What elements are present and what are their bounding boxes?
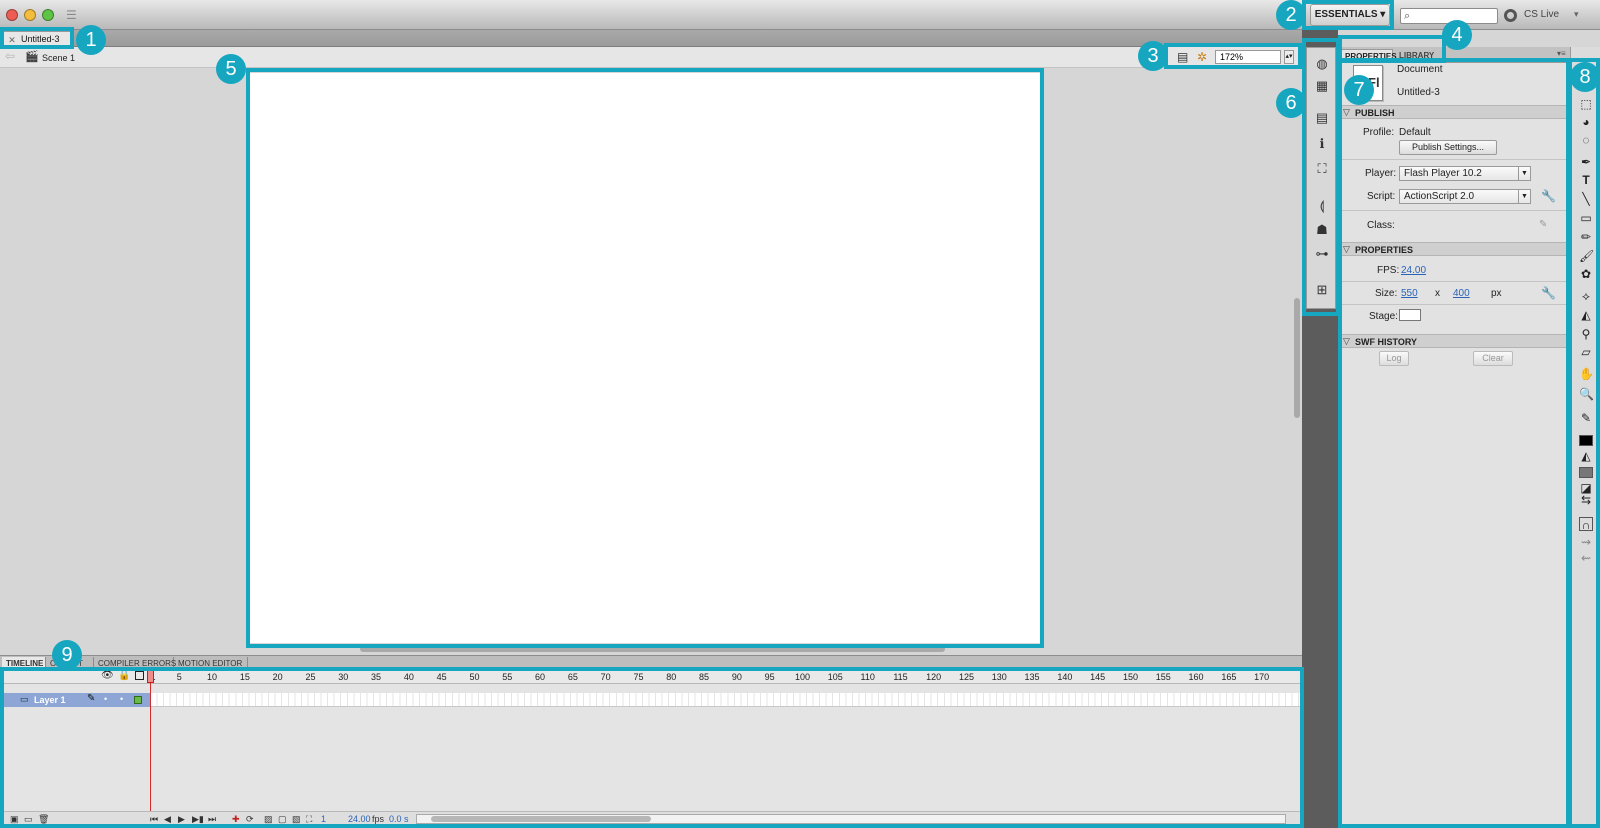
callout-number-1: 1: [76, 25, 106, 55]
callout-box-timeline: [0, 667, 1304, 828]
back-arrow-icon[interactable]: ⇦: [5, 49, 15, 63]
callout-box-edit-bar: [1164, 43, 1302, 69]
callout-number-5: 5: [216, 54, 246, 84]
scene-icon: 🎬: [25, 51, 39, 63]
maximize-window-button[interactable]: [42, 9, 54, 21]
scene-breadcrumb[interactable]: Scene 1: [42, 53, 75, 63]
panel-menu-icon[interactable]: ▾≡: [1557, 49, 1566, 58]
callout-box-stage: [246, 68, 1044, 648]
cs-live-icon[interactable]: [1504, 9, 1517, 22]
cs-live-dropdown-icon[interactable]: ▾: [1574, 9, 1579, 20]
cs-live-label[interactable]: CS Live: [1524, 9, 1559, 20]
callout-number-3: 3: [1138, 41, 1168, 71]
minimize-window-button[interactable]: [24, 9, 36, 21]
close-window-button[interactable]: [6, 9, 18, 21]
callout-number-4: 4: [1442, 20, 1472, 50]
callout-box-workspace: [1302, 0, 1394, 30]
callout-box-document-tab: [0, 27, 74, 49]
callout-box-panels-dock: [1302, 38, 1340, 316]
application-frame-icon[interactable]: ☰: [66, 8, 78, 22]
edit-bar: ⇦ 🎬 Scene 1 ▤ ✲: [0, 47, 1302, 68]
stage-vertical-scrollbar[interactable]: [1294, 298, 1300, 418]
callout-number-7: 7: [1344, 75, 1374, 105]
callout-number-6: 6: [1276, 88, 1306, 118]
document-tab-strip: [0, 30, 1302, 47]
callout-box-properties: [1338, 58, 1572, 828]
callout-number-8: 8: [1570, 62, 1600, 92]
callout-box-tools: [1566, 58, 1600, 828]
callout-number-2: 2: [1276, 0, 1306, 30]
callout-number-9: 9: [52, 640, 82, 670]
search-icon: ⌕: [1404, 10, 1411, 22]
